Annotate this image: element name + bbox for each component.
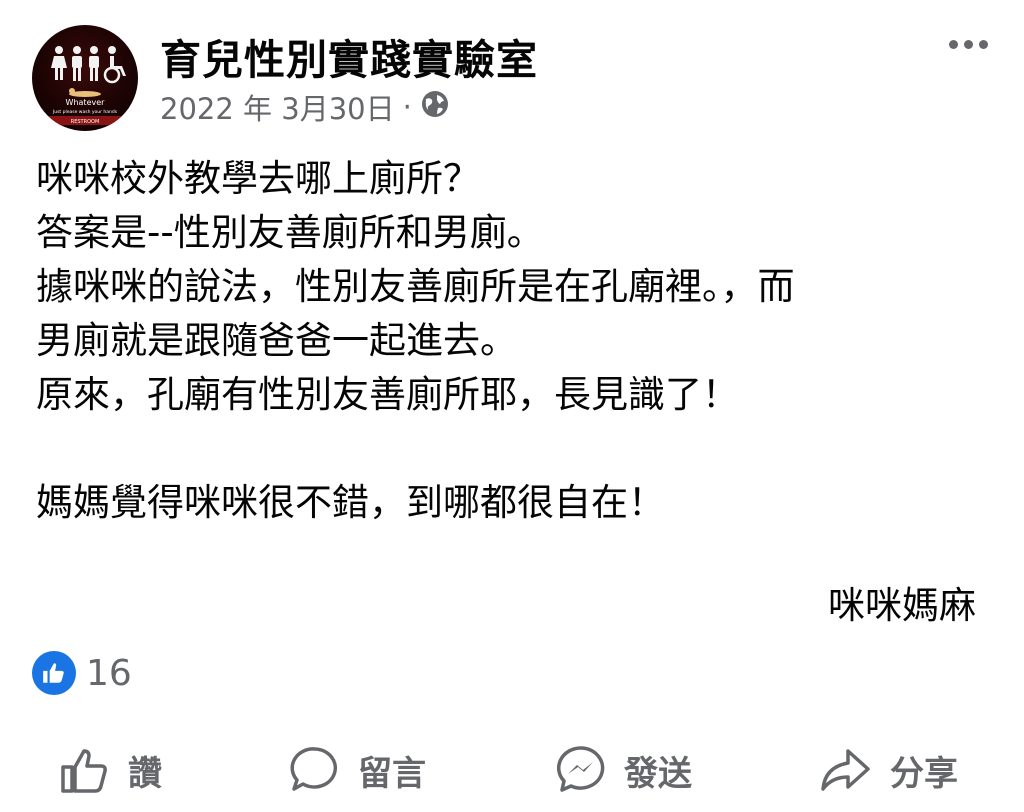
send-button-label: 發送	[624, 753, 692, 794]
dot-icon	[949, 40, 958, 49]
comment-button[interactable]: 留言	[288, 738, 426, 802]
messenger-icon	[554, 743, 608, 797]
post-line: 媽媽覺得咪咪很不錯，到哪都很自在！	[36, 481, 665, 524]
post-text: 咪咪校外教學去哪上廁所？ 答案是--性別友善廁所和男廁。 據咪咪的說法，性別友善…	[36, 152, 996, 530]
post-line: 據咪咪的說法，性別友善廁所是在孔廟裡。，而	[36, 265, 795, 308]
post-meta: 2022 年 3月30日 ·	[160, 86, 450, 128]
post-line: 答案是--性別友善廁所和男廁。	[36, 211, 544, 254]
post-line-blank	[36, 422, 996, 476]
like-count: 16	[86, 652, 132, 694]
dot-icon	[964, 40, 973, 49]
like-button[interactable]: 讚	[58, 738, 162, 802]
page-avatar[interactable]: Whatever Just please wash your hands RES…	[32, 25, 138, 131]
post-line: 咪咪校外教學去哪上廁所？	[36, 157, 480, 200]
dot-icon	[979, 40, 988, 49]
share-button[interactable]: 分享	[818, 738, 958, 802]
globe-icon[interactable]	[420, 89, 450, 126]
post-line: 原來，孔廟有性別友善廁所耶，長見識了！	[36, 373, 739, 416]
post-action-bar: 讚 留言 發送 分享	[0, 738, 1024, 802]
share-button-label: 分享	[890, 753, 958, 794]
restroom-sign-image: Whatever Just please wash your hands RES…	[48, 46, 126, 125]
meta-separator: ·	[402, 90, 412, 124]
comment-icon	[288, 743, 342, 797]
like-icon	[32, 651, 76, 695]
post-line: 男廁就是跟隨爸爸一起進去。	[36, 319, 517, 362]
sign-text: Whatever	[66, 98, 106, 107]
like-button-label: 讚	[128, 753, 162, 794]
reactions-summary[interactable]: 16	[32, 651, 132, 695]
thumbs-up-icon	[58, 743, 112, 797]
post-signature: 咪咪媽麻	[828, 584, 976, 627]
share-icon	[818, 743, 874, 797]
page-name-link[interactable]: 育兒性別實踐實驗室	[160, 26, 538, 86]
post-date[interactable]: 2022 年 3月30日	[160, 86, 395, 128]
sign-subtext: Just please wash your hands	[52, 109, 118, 115]
send-button[interactable]: 發送	[554, 738, 692, 802]
sign-footer: RESTROOM	[71, 119, 100, 125]
more-options-button[interactable]	[949, 40, 988, 49]
comment-button-label: 留言	[358, 753, 426, 794]
